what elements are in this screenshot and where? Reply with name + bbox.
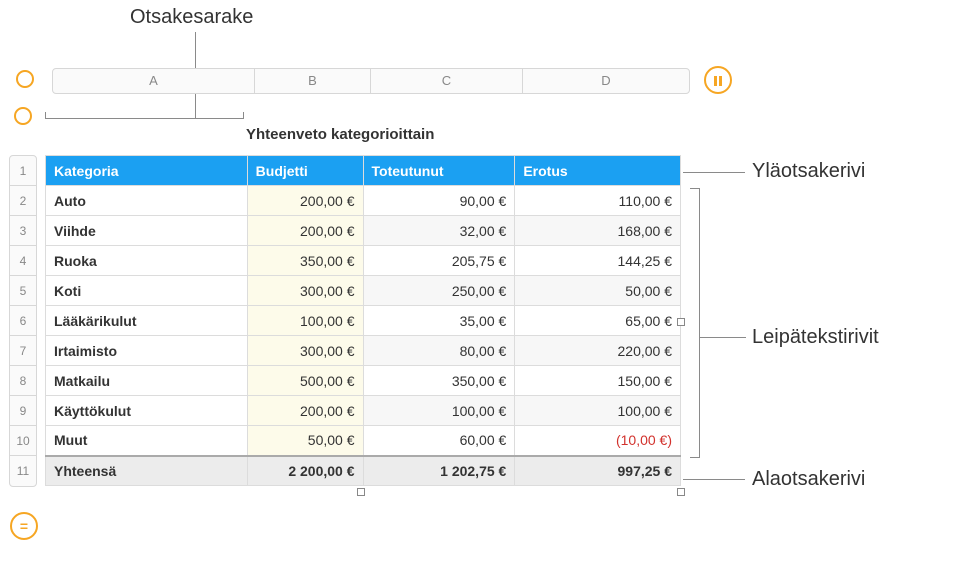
table-row[interactable]: Ruoka 350,00 € 205,75 € 144,25 € (46, 246, 681, 276)
callout-line (683, 172, 745, 173)
column-head-d[interactable]: D (523, 69, 689, 93)
row-ruler-handle[interactable] (14, 107, 32, 125)
cell-actual[interactable]: 90,00 € (363, 186, 515, 216)
cell-category[interactable]: Ruoka (46, 246, 248, 276)
table-header-row[interactable]: Kategoria Budjetti Toteutunut Erotus (46, 156, 681, 186)
cell-budget[interactable]: 50,00 € (247, 426, 363, 456)
header-actual[interactable]: Toteutunut (363, 156, 515, 186)
cell-diff[interactable]: 144,25 € (515, 246, 681, 276)
row-head-10[interactable]: 10 (10, 426, 36, 456)
footer-budget[interactable]: 2 200,00 € (247, 456, 363, 486)
callout-bracket (690, 188, 700, 458)
row-head-6[interactable]: 6 (10, 306, 36, 336)
header-diff[interactable]: Erotus (515, 156, 681, 186)
cell-category[interactable]: Irtaimisto (46, 336, 248, 366)
table-row[interactable]: Koti 300,00 € 250,00 € 50,00 € (46, 276, 681, 306)
cell-category[interactable]: Muut (46, 426, 248, 456)
table-row[interactable]: Käyttökulut 200,00 € 100,00 € 100,00 € (46, 396, 681, 426)
table-row[interactable]: Auto 200,00 € 90,00 € 110,00 € (46, 186, 681, 216)
cell-diff[interactable]: 150,00 € (515, 366, 681, 396)
row-head-5[interactable]: 5 (10, 276, 36, 306)
callout-header-column: Otsakesarake (130, 6, 253, 29)
add-row-button[interactable]: = (10, 512, 38, 540)
row-head-2[interactable]: 2 (10, 186, 36, 216)
cell-actual[interactable]: 205,75 € (363, 246, 515, 276)
cell-actual[interactable]: 100,00 € (363, 396, 515, 426)
footer-diff[interactable]: 997,25 € (515, 456, 681, 486)
table-row[interactable]: Irtaimisto 300,00 € 80,00 € 220,00 € (46, 336, 681, 366)
callout-body-rows: Leipätekstirivit (752, 326, 879, 349)
cell-budget[interactable]: 100,00 € (247, 306, 363, 336)
cell-budget[interactable]: 300,00 € (247, 336, 363, 366)
callout-tick (243, 112, 244, 119)
row-head-4[interactable]: 4 (10, 246, 36, 276)
row-head-11[interactable]: 11 (10, 456, 36, 486)
header-budget[interactable]: Budjetti (247, 156, 363, 186)
callout-tick (45, 112, 46, 119)
cell-actual[interactable]: 350,00 € (363, 366, 515, 396)
table-title[interactable]: Yhteenveto kategorioittain (246, 126, 434, 149)
row-head-9[interactable]: 9 (10, 396, 36, 426)
cell-category[interactable]: Käyttökulut (46, 396, 248, 426)
cell-diff[interactable]: 168,00 € (515, 216, 681, 246)
callout-bracket (45, 118, 243, 126)
selection-handle[interactable] (357, 488, 365, 496)
table-row[interactable]: Lääkärikulut 100,00 € 35,00 € 65,00 € (46, 306, 681, 336)
cell-category[interactable]: Matkailu (46, 366, 248, 396)
row-head-8[interactable]: 8 (10, 366, 36, 396)
column-head-a[interactable]: A (53, 69, 255, 93)
table-row[interactable]: Matkailu 500,00 € 350,00 € 150,00 € (46, 366, 681, 396)
cell-diff[interactable]: 110,00 € (515, 186, 681, 216)
cell-category[interactable]: Koti (46, 276, 248, 306)
pause-icon (713, 75, 723, 87)
callout-line (700, 337, 746, 338)
table-row[interactable]: Viihde 200,00 € 32,00 € 168,00 € (46, 216, 681, 246)
table-footer-row[interactable]: Yhteensä 2 200,00 € 1 202,75 € 997,25 € (46, 456, 681, 486)
cell-diff[interactable]: (10,00 €) (515, 426, 681, 456)
add-column-button[interactable] (704, 66, 732, 94)
cell-actual[interactable]: 80,00 € (363, 336, 515, 366)
cell-diff[interactable]: 50,00 € (515, 276, 681, 306)
footer-actual[interactable]: 1 202,75 € (363, 456, 515, 486)
row-ruler[interactable]: 1 2 3 4 5 6 7 8 9 10 11 (9, 155, 37, 487)
cell-category[interactable]: Viihde (46, 216, 248, 246)
cell-actual[interactable]: 32,00 € (363, 216, 515, 246)
column-head-b[interactable]: B (255, 69, 371, 93)
callout-header-row: Yläotsakerivi (752, 160, 865, 183)
footer-label[interactable]: Yhteensä (46, 456, 248, 486)
cell-diff[interactable]: 100,00 € (515, 396, 681, 426)
budget-table[interactable]: Kategoria Budjetti Toteutunut Erotus Aut… (45, 155, 681, 486)
selection-handle[interactable] (677, 488, 685, 496)
cell-category[interactable]: Auto (46, 186, 248, 216)
callout-footer-row: Alaotsakerivi (752, 468, 865, 491)
cell-budget[interactable]: 350,00 € (247, 246, 363, 276)
row-head-7[interactable]: 7 (10, 336, 36, 366)
cell-category[interactable]: Lääkärikulut (46, 306, 248, 336)
cell-actual[interactable]: 250,00 € (363, 276, 515, 306)
table-row[interactable]: Muut 50,00 € 60,00 € (10,00 €) (46, 426, 681, 456)
column-ruler[interactable]: A B C D (52, 68, 690, 94)
cell-diff[interactable]: 220,00 € (515, 336, 681, 366)
row-head-1[interactable]: 1 (10, 156, 36, 186)
table-corner-icon[interactable] (16, 70, 34, 88)
cell-budget[interactable]: 200,00 € (247, 186, 363, 216)
cell-budget[interactable]: 200,00 € (247, 216, 363, 246)
column-head-c[interactable]: C (371, 69, 523, 93)
row-head-3[interactable]: 3 (10, 216, 36, 246)
cell-budget[interactable]: 200,00 € (247, 396, 363, 426)
cell-budget[interactable]: 300,00 € (247, 276, 363, 306)
callout-line (683, 479, 745, 480)
cell-diff[interactable]: 65,00 € (515, 306, 681, 336)
header-category[interactable]: Kategoria (46, 156, 248, 186)
cell-budget[interactable]: 500,00 € (247, 366, 363, 396)
cell-actual[interactable]: 60,00 € (363, 426, 515, 456)
selection-handle[interactable] (677, 318, 685, 326)
cell-actual[interactable]: 35,00 € (363, 306, 515, 336)
